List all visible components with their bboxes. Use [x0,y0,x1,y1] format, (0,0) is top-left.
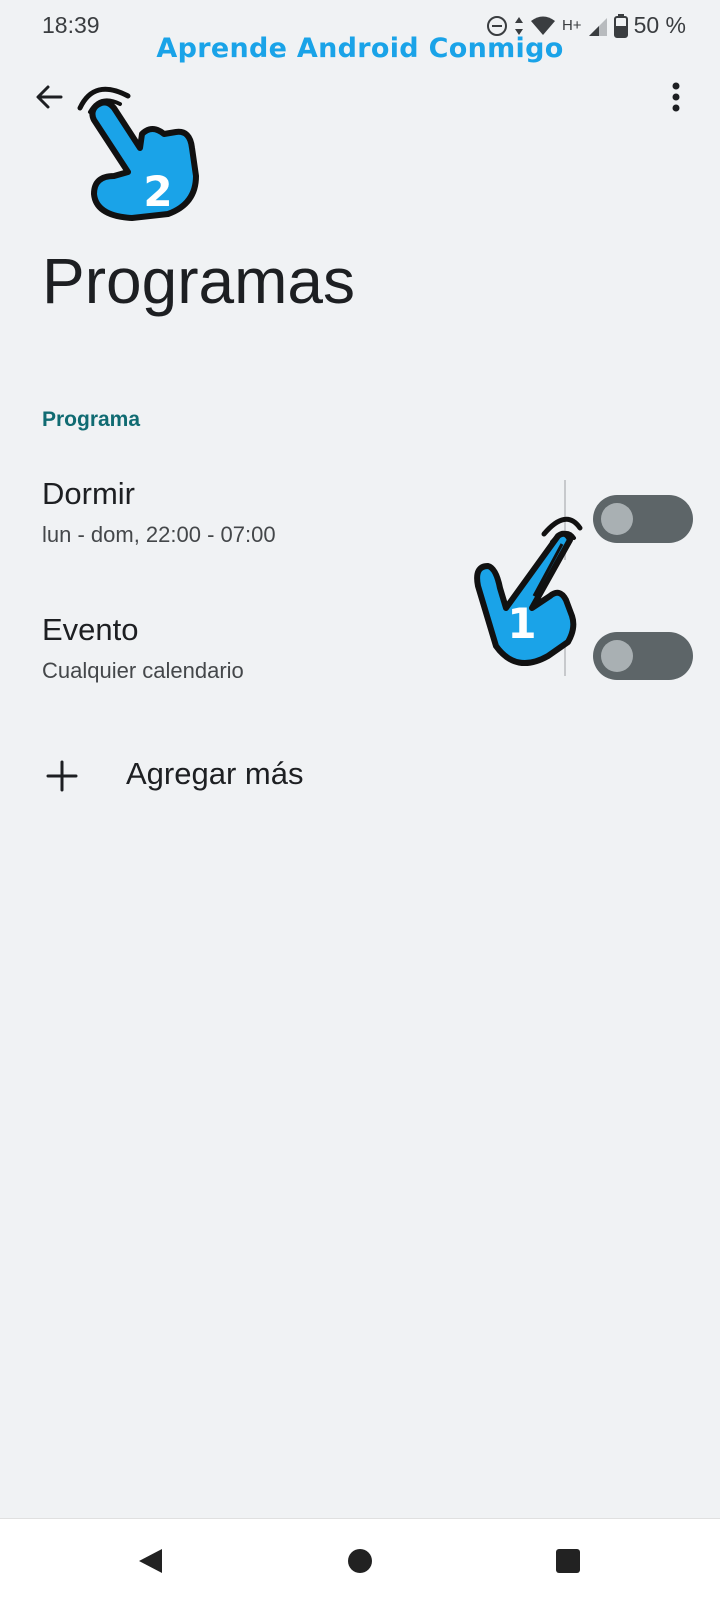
add-more-label: Agregar más [126,756,304,791]
hand-number: 2 [143,167,172,216]
add-more-button[interactable]: Agregar más [0,740,720,820]
schedule-subtitle: lun - dom, 22:00 - 07:00 [42,522,276,547]
toggle-switch-dormir[interactable] [593,495,693,543]
pointing-hand-icon: 1 [474,516,583,666]
circle-home-icon [348,1549,372,1573]
page-title: Programas [42,245,355,317]
navigation-bar [0,1518,720,1600]
nav-recents-button[interactable] [546,1539,590,1583]
schedule-title: Dormir [42,476,135,511]
more-vert-icon [672,82,680,112]
nav-home-button[interactable] [338,1539,382,1583]
plus-icon [46,760,78,792]
schedule-item-evento[interactable]: Evento Cualquier calendario [0,596,720,716]
square-recents-icon [556,1549,580,1573]
network-type: H+ [561,17,582,34]
schedule-item-dormir[interactable]: Dormir lun - dom, 22:00 - 07:00 [0,460,720,580]
schedule-title: Evento [42,612,139,647]
triangle-back-icon [139,1549,162,1573]
switch-thumb [601,640,633,672]
toggle-switch-evento[interactable] [593,632,693,680]
hand-number: 1 [507,599,536,648]
back-button[interactable] [26,74,72,120]
more-options-button[interactable] [658,74,694,120]
nav-back-button[interactable] [128,1539,172,1583]
section-header: Programa [42,408,141,431]
switch-thumb [601,503,633,535]
pointing-hand-icon: 2 [77,86,199,221]
schedule-subtitle: Cualquier calendario [42,658,244,683]
arrow-back-icon [36,85,63,109]
